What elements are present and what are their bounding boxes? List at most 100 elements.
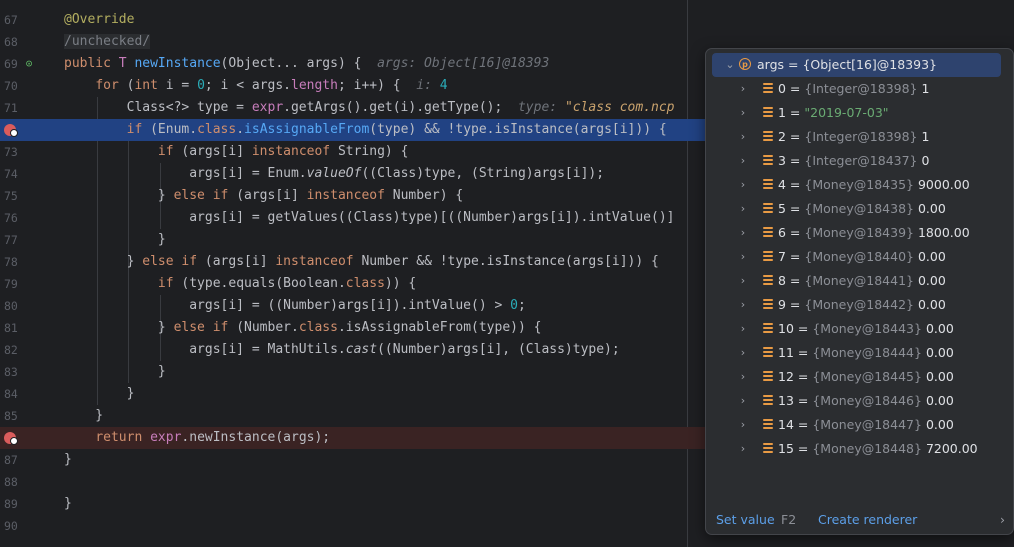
element-value: 0 (921, 153, 930, 168)
element-value: 0.00 (925, 393, 954, 408)
code-line[interactable]: 67 @Override (0, 9, 1014, 31)
code-token: T (118, 56, 135, 71)
code-token: ((Number)args[i], (Class)type); (377, 342, 620, 357)
line-number: 81 (4, 321, 18, 335)
parameter-icon: p (739, 58, 751, 70)
tree-item[interactable]: › 4 = {Money@18435} 9000.00 (706, 173, 1013, 197)
code-token: return (95, 430, 151, 445)
tree-item-label: 12 = {Money@18445} 0.00 (778, 369, 954, 384)
breakpoint-icon[interactable] (4, 124, 18, 137)
override-gutter-icon[interactable]: ⊙ (22, 57, 36, 71)
code-text: } else if (Number.class.isAssignableFrom… (64, 317, 542, 339)
line-number: 76 (4, 211, 18, 225)
tree-item-label: 15 = {Money@18448} 7200.00 (778, 441, 978, 456)
chevron-right-icon[interactable]: › (737, 245, 749, 269)
code-token: @Override (64, 12, 135, 27)
chevron-right-icon[interactable]: › (737, 413, 749, 437)
element-value: 1 (921, 129, 930, 144)
chevron-right-icon[interactable]: › (737, 77, 749, 101)
element-reference: {Money@18441} (804, 273, 914, 288)
array-element-icon (763, 179, 773, 191)
array-element-icon (763, 323, 773, 335)
chevron-right-icon[interactable]: › (737, 173, 749, 197)
set-value-link[interactable]: Set value (716, 506, 775, 534)
tree-item[interactable]: › 2 = {Integer@18398} 1 (706, 125, 1013, 149)
code-token: length (291, 78, 338, 93)
line-number: 74 (4, 167, 18, 181)
chevron-right-icon[interactable]: › (737, 317, 749, 341)
element-value: 1800.00 (917, 225, 970, 240)
chevron-right-icon[interactable]: › (737, 197, 749, 221)
line-number: 83 (4, 365, 18, 379)
tree-item[interactable]: › 9 = {Money@18442} 0.00 (706, 293, 1013, 317)
tree-item[interactable]: › 10 = {Money@18443} 0.00 (706, 317, 1013, 341)
tree-item[interactable]: › 0 = {Integer@18398} 1 (706, 77, 1013, 101)
tree-item[interactable]: › 5 = {Money@18438} 0.00 (706, 197, 1013, 221)
tree-item[interactable]: › 11 = {Money@18444} 0.00 (706, 341, 1013, 365)
chevron-right-icon[interactable]: › (737, 437, 749, 461)
element-index: 10 (778, 321, 794, 336)
code-token: ; i++) { (337, 78, 417, 93)
code-text: args[i] = ((Number)args[i]).intValue() >… (64, 295, 526, 317)
element-index: 7 (778, 249, 786, 264)
code-token: class (197, 122, 237, 137)
element-reference: {Integer@18398} (804, 81, 918, 96)
code-token: (type.equals(Boolean. (181, 276, 346, 291)
code-token: instanceof (251, 144, 338, 159)
code-token: if (157, 144, 182, 159)
code-text: } (64, 229, 166, 251)
create-renderer-link[interactable]: Create renderer (818, 506, 917, 534)
chevron-right-icon[interactable]: › (737, 101, 749, 125)
chevron-right-icon[interactable]: › (737, 125, 749, 149)
line-number: 80 (4, 299, 18, 313)
chevron-right-icon[interactable]: › (1000, 506, 1005, 534)
tree-item-label: 10 = {Money@18443} 0.00 (778, 321, 954, 336)
tree-item[interactable]: › 13 = {Money@18446} 0.00 (706, 389, 1013, 413)
tree-item[interactable]: › 7 = {Money@18440} 0.00 (706, 245, 1013, 269)
code-text: } else if (args[i] instanceof Number) { (64, 185, 463, 207)
code-token: else if (173, 320, 237, 335)
code-token: if (126, 122, 151, 137)
element-value: 0.00 (917, 297, 946, 312)
chevron-right-icon[interactable]: › (737, 149, 749, 173)
tree-root-args[interactable]: ⌄ p args = {Object[16]@18393} (712, 53, 1001, 77)
code-text: /unchecked/ (64, 31, 151, 53)
code-token: } (64, 452, 72, 467)
line-number: 71 (4, 101, 18, 115)
chevron-down-icon[interactable]: ⌄ (724, 53, 736, 77)
element-index: 2 (778, 129, 786, 144)
tree-item[interactable]: › 14 = {Money@18447} 0.00 (706, 413, 1013, 437)
variables-popup[interactable]: ⌄ p args = {Object[16]@18393} › 0 = {Inte… (705, 48, 1014, 535)
tree-item-label: 0 = {Integer@18398} 1 (778, 81, 930, 96)
chevron-right-icon[interactable]: › (737, 269, 749, 293)
element-reference: {Money@18439} (804, 225, 914, 240)
code-token: ; (517, 298, 526, 313)
element-value: 0.00 (925, 369, 954, 384)
line-number: 82 (4, 343, 18, 357)
tree-item[interactable]: › 12 = {Money@18445} 0.00 (706, 365, 1013, 389)
chevron-right-icon[interactable]: › (737, 365, 749, 389)
chevron-right-icon[interactable]: › (737, 341, 749, 365)
tree-item[interactable]: › 6 = {Money@18439} 1800.00 (706, 221, 1013, 245)
chevron-right-icon[interactable]: › (737, 221, 749, 245)
code-text: for (int i = 0; i < args.length; i++) { … (64, 75, 447, 97)
array-element-icon (763, 155, 773, 167)
breakpoint-icon[interactable] (4, 432, 18, 445)
chevron-right-icon[interactable]: › (737, 293, 749, 317)
tree-item[interactable]: › 3 = {Integer@18437} 0 (706, 149, 1013, 173)
code-text: } else if (args[i] instanceof Number && … (64, 251, 659, 273)
tree-item[interactable]: › 1 = "2019-07-03" (706, 101, 1013, 125)
element-value: 0.00 (917, 249, 946, 264)
element-reference: {Money@18440} (804, 249, 914, 264)
code-token: 0 (197, 78, 205, 93)
code-token: valueOf (306, 166, 362, 181)
tree-item[interactable]: › 8 = {Money@18441} 0.00 (706, 269, 1013, 293)
code-token: (args[i] (236, 188, 307, 203)
tree-item-label: 11 = {Money@18444} 0.00 (778, 345, 954, 360)
tree-item-label: 14 = {Money@18447} 0.00 (778, 417, 954, 432)
chevron-right-icon[interactable]: › (737, 389, 749, 413)
code-token: expr (150, 430, 182, 445)
tree-item[interactable]: › 15 = {Money@18448} 7200.00 (706, 437, 1013, 461)
element-value: 0.00 (925, 345, 954, 360)
